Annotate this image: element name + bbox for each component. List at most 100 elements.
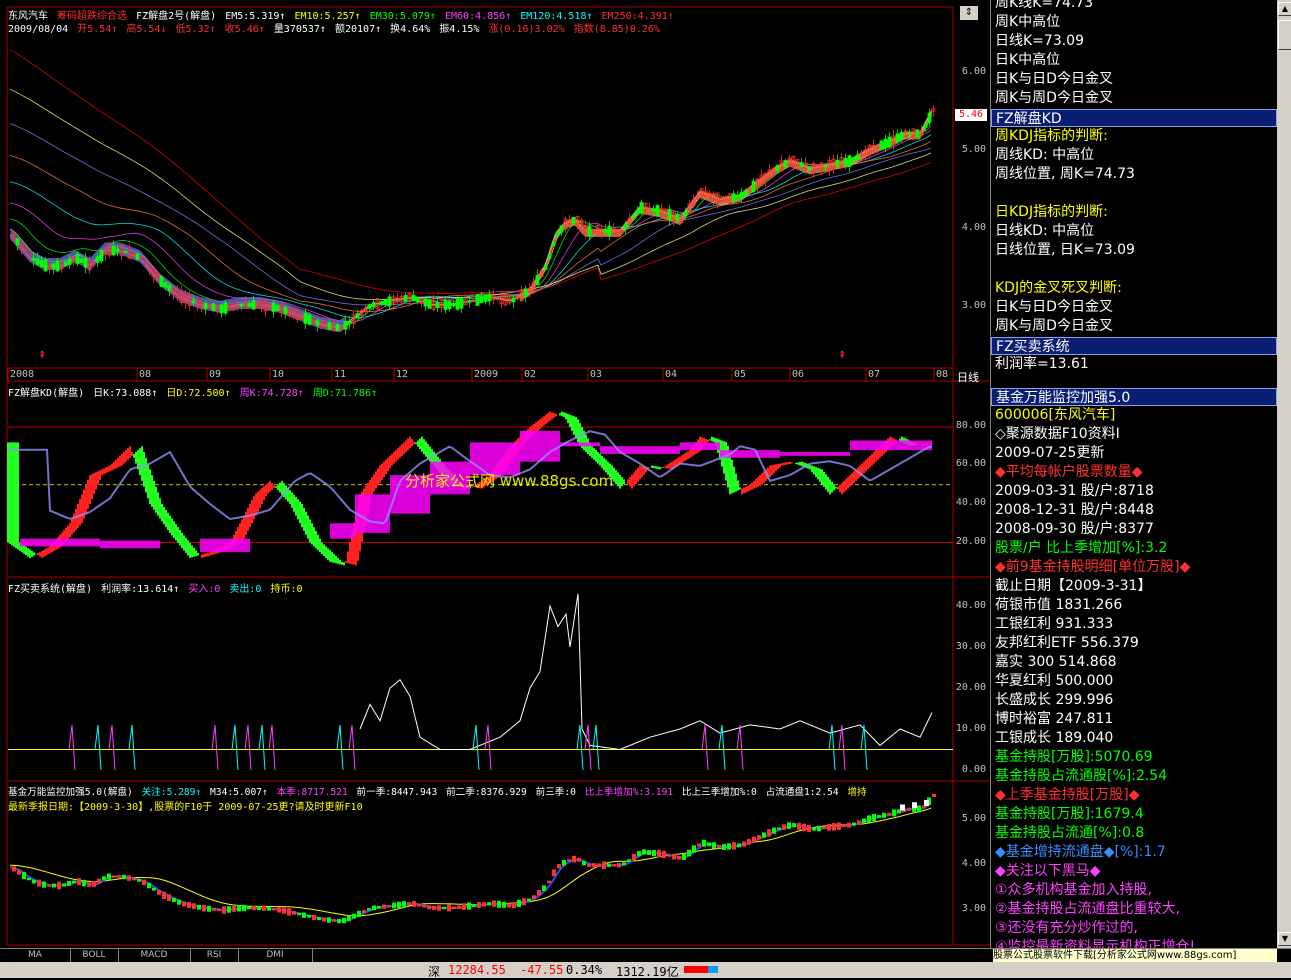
fund-candle <box>147 883 151 889</box>
profit-line <box>359 593 933 751</box>
info-panel[interactable]: 周K线K=74.73 周K中高位 日线K=73.09 日K中高位 日K与日D今日金叉 周K… <box>990 0 1291 948</box>
candle-body <box>907 132 912 135</box>
info-line: 日K与日D今日金叉 <box>995 299 1113 315</box>
vertical-scrollbar[interactable]: ▲ ▼ <box>1277 0 1291 948</box>
fund-candle <box>47 884 51 887</box>
fund-candle <box>842 824 846 827</box>
fund-candle <box>887 812 891 816</box>
fund-candle <box>772 827 776 834</box>
info-line: 荷银市值 1831.266 <box>995 597 1123 613</box>
x-label: 04 <box>665 369 678 380</box>
trade-spike <box>736 724 744 771</box>
fund-candle <box>277 907 281 913</box>
tab-ma[interactable]: MA <box>0 949 71 962</box>
fund-candle <box>672 853 676 860</box>
scroll-up-icon[interactable]: ▲ <box>1278 2 1291 16</box>
ma-line <box>9 123 932 306</box>
fund-candle <box>502 901 506 908</box>
section-bar-kd[interactable]: FZ解盘KD <box>991 109 1277 127</box>
fund-candle <box>847 822 851 828</box>
fund-candle <box>407 902 411 906</box>
fund-candle <box>527 898 531 902</box>
candle-body <box>823 164 828 168</box>
candle-body <box>387 296 392 307</box>
kd-title[interactable]: FZ解盘KD(解盘) <box>8 388 84 399</box>
x-label: 08 <box>139 369 152 380</box>
section-bar-trade[interactable]: FZ买卖系统 <box>991 337 1277 355</box>
candle-body <box>271 302 276 312</box>
trade-label-30: 30.00 <box>955 641 986 652</box>
fund-candle <box>792 823 796 828</box>
fund-focus: 关注:5.289↑ <box>141 787 202 798</box>
tab-macd[interactable]: MACD <box>118 949 191 962</box>
fund-candle <box>837 822 841 830</box>
fund-notice: 最新季报日期:【2009-3-30】,股票的F10于 2009-07-25更?请… <box>8 802 363 813</box>
candle-body <box>315 320 320 326</box>
candle-body <box>211 303 216 311</box>
fund-candle <box>552 869 556 877</box>
trade-title[interactable]: FZ买卖系统(解盘) <box>8 584 92 595</box>
fund-candle <box>342 917 346 924</box>
x-label: 02 <box>524 369 537 380</box>
candle-body <box>123 250 128 254</box>
info-line: 周K与周D今日金叉 <box>995 318 1113 334</box>
info-line: 周K与周D今日金叉 <box>995 90 1113 106</box>
chart-toggle-button[interactable]: ⇕ <box>960 6 978 20</box>
tab-dmi[interactable]: DMI <box>238 949 313 962</box>
fund-vs-last: 比上季增加%:3.191 <box>584 787 674 798</box>
trade-spike <box>68 724 76 771</box>
chart-area[interactable]: ⇞ ⇞ 东风汽车 筹码超跌综合选 FZ解盘2号(解盘) EM5:5.319↑ EM… <box>0 0 990 948</box>
candle-body <box>371 302 376 307</box>
fund-candle <box>557 864 561 869</box>
x-label: 06 <box>792 369 805 380</box>
fund-candle <box>917 805 921 813</box>
info-line: 周K线K=74.73 <box>995 0 1094 11</box>
fund-candle <box>82 879 86 887</box>
fund-candle <box>632 853 636 861</box>
trade-buy: 买入:0 <box>188 584 221 595</box>
fund-candle <box>452 906 456 910</box>
x-label: 05 <box>734 369 747 380</box>
info-line: 周KDJ指标的判断: <box>995 128 1108 144</box>
fund-candle-white <box>924 800 929 806</box>
period-label[interactable]: 日线 <box>957 369 979 385</box>
candle-body <box>275 305 280 311</box>
candle-body <box>535 275 540 285</box>
info-line: 基金持股[万股]:1679.4 <box>995 806 1144 822</box>
candle-body <box>607 225 612 237</box>
tab-rsi[interactable]: RSI <box>190 949 239 962</box>
trade-spike <box>576 724 584 771</box>
x-label: 09 <box>209 369 222 380</box>
x-label: 10 <box>272 369 285 380</box>
scroll-thumb[interactable] <box>1278 20 1291 50</box>
candle-body <box>327 322 332 330</box>
candle-body <box>835 159 840 167</box>
section-bar-fund[interactable]: 基金万能监控加强5.0 <box>991 388 1277 406</box>
candle-body <box>203 302 208 309</box>
fund-label-3: 3.00 <box>961 903 986 914</box>
candle-body <box>347 320 352 324</box>
tab-boll[interactable]: BOLL <box>70 949 119 962</box>
fund-title[interactable]: 基金万能监控加强5.0(解盘) <box>8 787 133 798</box>
info-line: ◆平均每帐户股票数量◆ <box>995 464 1143 480</box>
kd-weekly-block <box>200 538 250 553</box>
fund-candle <box>232 906 236 912</box>
fund-candle <box>102 876 106 881</box>
info-line: 2009-07-25更新 <box>995 445 1105 461</box>
scroll-down-icon[interactable]: ▼ <box>1278 932 1291 946</box>
info-line: 基金持股[万股]:5070.69 <box>995 749 1153 765</box>
info-line: 工银成长 189.040 <box>995 730 1114 746</box>
fund-candle <box>387 904 391 908</box>
candle-body <box>455 298 460 310</box>
quote-change: 涨(0.16)3.02% <box>488 24 565 35</box>
fund-candle <box>42 881 46 888</box>
fund-candle <box>427 905 431 910</box>
info-line: 股票/户 比上季增加[%]:3.2 <box>995 540 1168 556</box>
main-header-row2: 2009/08/04 开5.54↑ 高5.54↓ 低5.32↑ 收5.46↑ 量… <box>8 20 663 35</box>
site-footer-banner[interactable]: 股票公式股票软件下载[分析家公式网www.88gs.com] <box>993 949 1277 962</box>
fund-candle <box>257 905 261 911</box>
info-line: 日K中高位 <box>995 52 1061 68</box>
fund-candle <box>482 902 486 907</box>
candle-body <box>843 157 848 166</box>
candle-body <box>423 298 428 307</box>
